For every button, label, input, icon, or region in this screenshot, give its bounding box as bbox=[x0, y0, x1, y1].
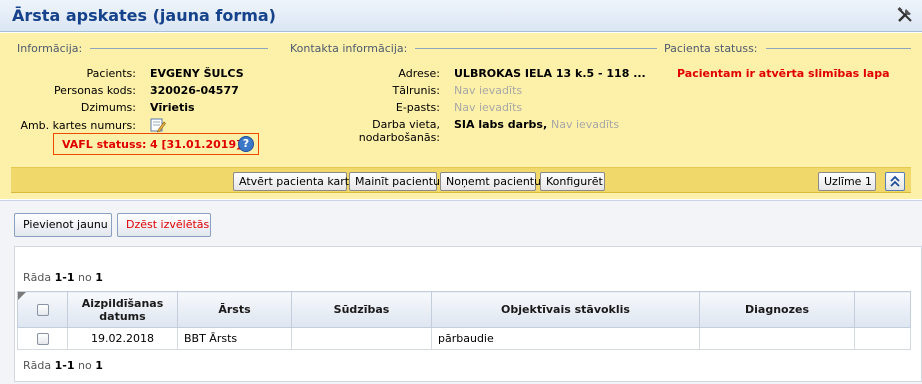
phone: Nav ievadīts bbox=[454, 84, 523, 97]
row-complaints bbox=[291, 327, 432, 350]
pager-top: Rāda 1-1 no 1 bbox=[23, 271, 103, 284]
edit-card-icon[interactable] bbox=[150, 117, 166, 133]
column-header-objective[interactable]: Objektīvais stāvoklis bbox=[431, 291, 700, 328]
tools-icon[interactable] bbox=[896, 6, 914, 24]
records-table: Aizpildīšanas datums Ārsts Sūdzības Obje… bbox=[17, 291, 911, 350]
patient-name-label: Pacients: bbox=[86, 67, 136, 80]
delete-selected-button[interactable]: Dzēst izvēlētās bbox=[117, 213, 211, 237]
work-place: SIA labs darbs, Nav ievadīts bbox=[454, 118, 619, 131]
vafl-status-box: VAFL statuss: 4 [31.01.2019] ? bbox=[53, 133, 259, 155]
open-patient-card-button[interactable]: Atvērt pacienta karti bbox=[233, 172, 352, 191]
layout-button[interactable]: Uzlīme 1 bbox=[818, 172, 876, 191]
row-select-cell[interactable] bbox=[17, 327, 68, 350]
window-title: Ārsta apskates (jauna forma) bbox=[12, 6, 276, 25]
row-objective: pārbaudie bbox=[431, 327, 700, 350]
address-label: Adrese: bbox=[398, 67, 440, 80]
vafl-status-label: VAFL statuss: bbox=[62, 138, 147, 151]
pager-range: 1-1 bbox=[54, 359, 75, 372]
row-extra bbox=[854, 327, 911, 350]
email: Nav ievadīts bbox=[454, 101, 523, 114]
add-new-button[interactable]: Pievienot jaunu bbox=[14, 213, 112, 237]
pager-range: 1-1 bbox=[54, 271, 75, 284]
divider bbox=[415, 48, 658, 49]
window-titlebar: Ārsta apskates (jauna forma) bbox=[0, 0, 922, 32]
column-header-extra bbox=[854, 291, 911, 328]
work-label: Darba vieta, nodarbošanās: bbox=[358, 118, 440, 144]
occupation-value: Nav ievadīts bbox=[550, 118, 620, 131]
pager-total: 1 bbox=[95, 359, 103, 372]
column-header-doctor[interactable]: Ārsts bbox=[177, 291, 292, 328]
pager-label: Rāda bbox=[23, 271, 52, 284]
double-chevron-up-icon bbox=[890, 175, 900, 187]
column-header-diagnoses[interactable]: Diagnozes bbox=[699, 291, 855, 328]
phone-label: Tālrunis: bbox=[392, 84, 440, 97]
info-section-heading: Informācija: bbox=[17, 42, 269, 55]
personal-code-label: Personas kods: bbox=[53, 84, 136, 97]
column-header-date[interactable]: Aizpildīšanas datums bbox=[67, 291, 178, 328]
personal-code: 320026-04577 bbox=[150, 84, 239, 97]
email-label: E-pasts: bbox=[395, 101, 440, 114]
gender-label: Dzimums: bbox=[80, 101, 136, 114]
remove-patient-button[interactable]: Noņemt pacientu bbox=[440, 172, 541, 191]
row-diagnoses bbox=[699, 327, 855, 350]
configure-button[interactable]: Konfigurēt bbox=[540, 172, 605, 191]
patient-toolbar: Atvērt pacienta karti Mainīt pacientu No… bbox=[11, 167, 911, 193]
status-section-heading: Pacienta statuss: bbox=[664, 42, 911, 55]
pager-bottom: Rāda 1-1 no 1 bbox=[23, 359, 103, 372]
card-number-label: Amb. kartes numurs: bbox=[20, 119, 136, 132]
select-all-cell[interactable] bbox=[17, 291, 68, 328]
address: ULBROKAS IELA 13 k.5 - 118 ... bbox=[454, 67, 646, 80]
contact-section-heading: Kontakta informācija: bbox=[290, 42, 658, 55]
vafl-status-value: 4 [31.01.2019] bbox=[150, 138, 242, 151]
divider bbox=[765, 48, 911, 49]
work-place-value: SIA labs darbs, bbox=[454, 118, 548, 131]
change-patient-button[interactable]: Mainīt pacientu bbox=[349, 172, 440, 191]
row-date: 19.02.2018 bbox=[67, 327, 178, 350]
patient-status-text: Pacientam ir atvērta slimības lapa bbox=[677, 67, 890, 80]
status-heading-label: Pacienta statuss: bbox=[664, 42, 758, 55]
pager-label: Rāda bbox=[23, 359, 52, 372]
divider bbox=[90, 48, 269, 49]
patient-info-panel: Informācija: Kontakta informācija: Pacie… bbox=[0, 33, 922, 199]
column-header-complaints[interactable]: Sūdzības bbox=[291, 291, 432, 328]
patient-name: EVGENY ŠULCS bbox=[150, 67, 244, 80]
help-icon[interactable]: ? bbox=[238, 136, 254, 152]
table-header-row: Aizpildīšanas datums Ārsts Sūdzības Obje… bbox=[17, 291, 911, 328]
records-grid: Rāda 1-1 no 1 Aizpildīšanas datums Ārsts… bbox=[14, 246, 922, 382]
corner-marker bbox=[18, 292, 26, 300]
gender: Vīrietis bbox=[150, 101, 195, 114]
pager-of: no bbox=[77, 271, 92, 284]
row-doctor: BBT Ārsts bbox=[177, 327, 292, 350]
pager-of: no bbox=[77, 359, 92, 372]
collapse-panel-button[interactable] bbox=[885, 172, 905, 191]
pager-total: 1 bbox=[95, 271, 103, 284]
table-row[interactable]: 19.02.2018 BBT Ārsts pārbaudie bbox=[17, 327, 911, 350]
select-all-checkbox[interactable] bbox=[36, 304, 49, 316]
contact-heading-label: Kontakta informācija: bbox=[290, 42, 408, 55]
info-heading-label: Informācija: bbox=[17, 42, 83, 55]
row-checkbox[interactable] bbox=[36, 333, 49, 345]
